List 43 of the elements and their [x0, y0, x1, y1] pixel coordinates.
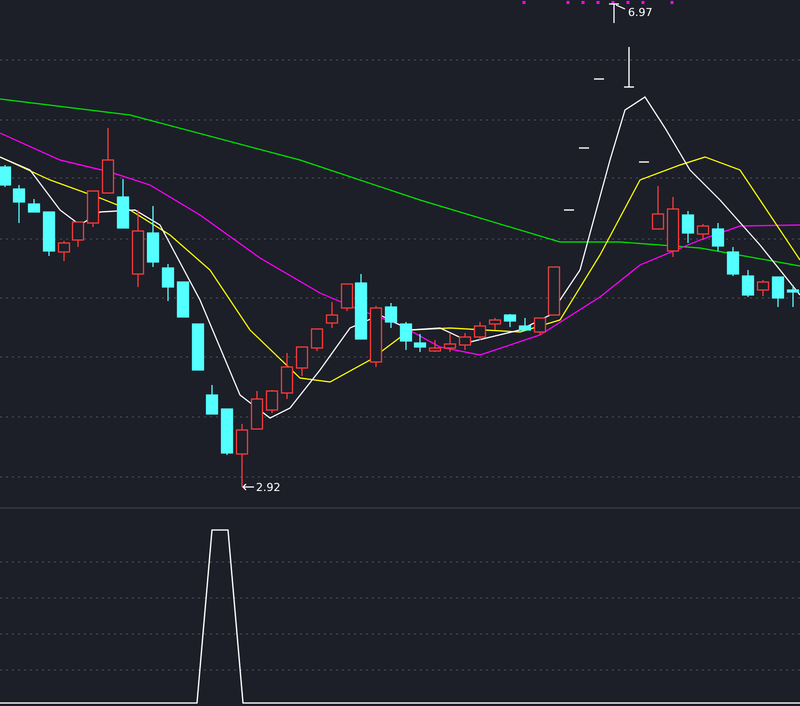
high-pointer-icon — [609, 3, 626, 23]
candlestick — [518, 318, 532, 331]
candlestick — [192, 323, 204, 371]
candlestick — [772, 276, 784, 307]
candlestick — [220, 408, 234, 455]
candlestick — [266, 390, 278, 413]
candlestick — [176, 281, 190, 318]
candlestick — [444, 333, 456, 352]
low-price-marker: 2.92 — [256, 481, 280, 494]
candlestick — [786, 285, 800, 307]
candlestick — [666, 197, 680, 257]
candlestick — [42, 211, 56, 256]
left-arrow-icon — [242, 484, 254, 490]
candlestick — [384, 303, 398, 328]
candlestick — [72, 221, 84, 247]
high-price-marker: 6.97 — [628, 6, 652, 19]
candlestick — [458, 333, 472, 350]
candlestick — [146, 206, 160, 267]
candlestick — [696, 224, 710, 240]
candlestick — [102, 128, 114, 194]
candlestick — [370, 306, 382, 367]
candlestick — [296, 346, 308, 376]
candlestick — [162, 264, 174, 301]
candlestick — [682, 211, 694, 243]
candlestick — [712, 223, 724, 251]
candlestick — [58, 241, 70, 261]
candlestick — [86, 190, 100, 227]
candlestick — [726, 247, 740, 276]
candlestick — [504, 314, 516, 327]
candlestick — [116, 179, 130, 229]
candlestick — [742, 270, 754, 297]
candlestick — [206, 385, 218, 415]
candlestick — [474, 322, 486, 340]
candlestick — [428, 340, 442, 352]
candlestick — [28, 199, 40, 213]
candlestick — [488, 318, 502, 330]
candlestick — [310, 328, 324, 351]
candlestick — [326, 302, 338, 328]
candlestick — [236, 424, 248, 487]
candlestick — [652, 186, 664, 230]
candlestick — [280, 353, 294, 399]
candlestick — [756, 280, 770, 296]
candlestick — [250, 391, 264, 430]
